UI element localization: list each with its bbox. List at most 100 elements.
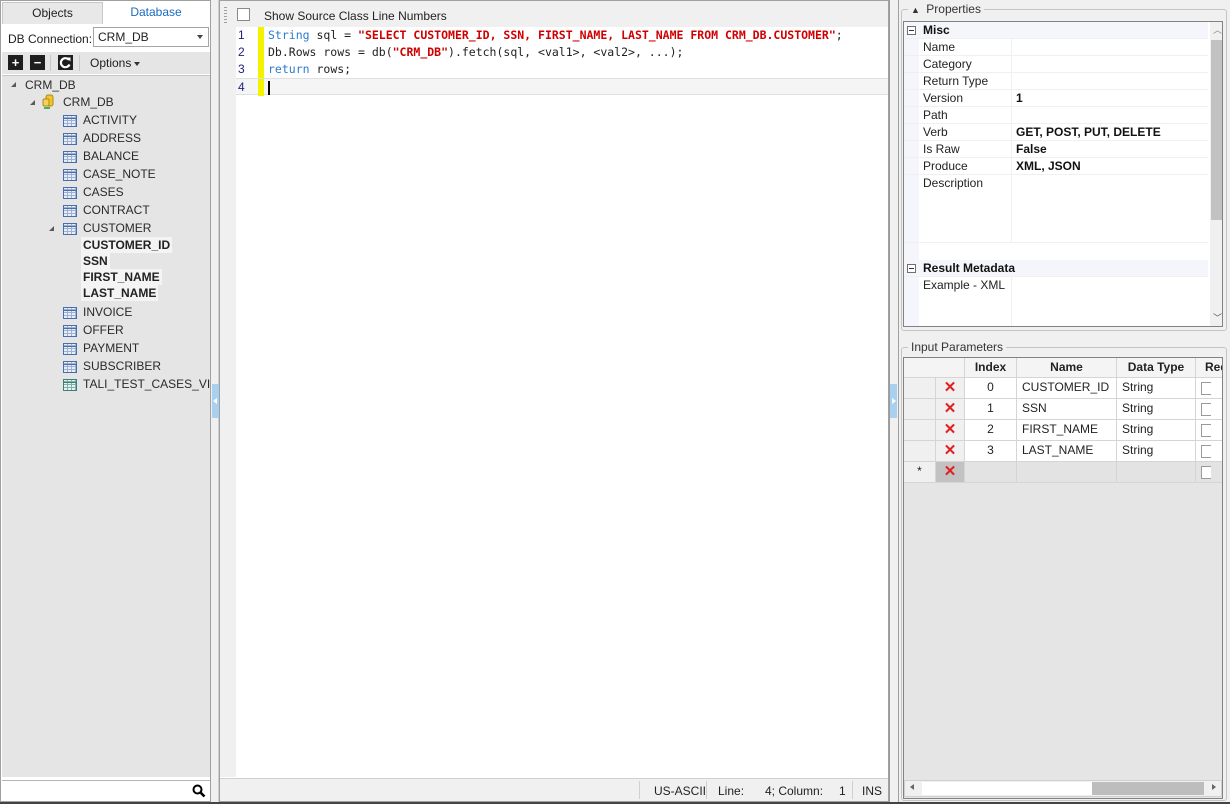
tree-table-node[interactable]: TALI_TEST_CASES_VI [83,376,210,393]
cell-required[interactable] [1196,441,1222,462]
row-header[interactable] [904,420,936,441]
tree-table-node[interactable]: PAYMENT [83,340,139,357]
scroll-left-icon[interactable] [910,784,914,790]
property-value[interactable]: XML, JSON [1016,158,1081,175]
scroll-track[interactable] [1092,782,1204,795]
cell-required[interactable] [1196,420,1222,441]
delete-row-icon[interactable]: ✕ [936,462,965,483]
required-checkbox[interactable] [1201,466,1211,479]
property-row[interactable]: Category [904,56,1208,73]
parameter-row[interactable]: ✕ 0 CUSTOMER_ID String [904,378,1222,399]
required-checkbox[interactable] [1201,424,1211,437]
property-category-result-metadata[interactable]: Result Metadata [904,260,1208,277]
property-row[interactable]: Version 1 [904,90,1208,107]
show-line-numbers-checkbox[interactable] [237,8,250,21]
cell-required[interactable] [1196,462,1222,483]
tree-table-node[interactable]: CASE_NOTE [83,166,156,183]
tree-table-node[interactable]: BALANCE [83,148,139,165]
refresh-icon[interactable] [58,55,73,70]
tree-table-node[interactable]: CASES [83,184,124,201]
property-row[interactable]: Name [904,39,1208,56]
collapse-right-handle[interactable] [890,384,897,418]
tree-column-node[interactable]: CUSTOMER_ID [81,237,173,253]
code-area[interactable]: 1 String sql = "SELECT CUSTOMER_ID, SSN, … [236,27,888,777]
delete-row-icon[interactable]: ✕ [936,378,965,399]
row-header[interactable] [904,441,936,462]
cell-data-type[interactable]: String [1117,441,1196,462]
code-line[interactable]: 4 [236,78,888,96]
property-row[interactable]: Path [904,107,1208,124]
property-row[interactable]: Verb GET, POST, PUT, DELETE [904,124,1208,141]
scroll-down-icon[interactable]: ﹀ [1213,314,1222,323]
minus-icon[interactable]: − [30,55,45,70]
expand-arrow-icon[interactable] [30,100,35,105]
collapse-left-handle[interactable] [212,384,219,418]
cell-index[interactable]: 0 [965,378,1017,399]
property-value[interactable]: 1 [1016,90,1023,107]
row-header[interactable] [904,378,936,399]
required-checkbox[interactable] [1201,403,1211,416]
tree-column-node[interactable]: FIRST_NAME [81,269,162,285]
cell-name[interactable]: FIRST_NAME [1017,420,1117,441]
left-splitter[interactable] [211,0,219,802]
delete-row-icon[interactable]: ✕ [936,441,965,462]
required-checkbox[interactable] [1201,382,1211,395]
show-line-numbers-label[interactable]: Show Source Class Line Numbers [264,9,447,23]
tree-root-node[interactable]: CRM_DB [25,77,76,94]
cell-name[interactable] [1017,462,1117,483]
tab-database[interactable]: Database [103,2,209,24]
tree-table-node[interactable]: CONTRACT [83,202,150,219]
column-header-index[interactable]: Index [965,358,1017,378]
cell-name[interactable]: SSN [1017,399,1117,420]
tree-table-node[interactable]: OFFER [83,322,124,339]
code-line[interactable]: 1 String sql = "SELECT CUSTOMER_ID, SSN, … [236,27,888,44]
property-vertical-scrollbar[interactable]: ︿ ﹀ [1210,22,1222,326]
property-value[interactable]: GET, POST, PUT, DELETE [1016,124,1161,141]
column-header-name[interactable]: Name [1017,358,1117,378]
cell-index[interactable] [965,462,1017,483]
cell-index[interactable]: 1 [965,399,1017,420]
cell-name[interactable]: CUSTOMER_ID [1017,378,1117,399]
grid-horizontal-scrollbar[interactable] [904,780,1222,797]
new-parameter-row[interactable]: * ✕ [904,462,1222,483]
tree-column-node[interactable]: SSN [81,253,110,269]
property-row[interactable]: Is Raw False [904,141,1208,158]
cell-data-type[interactable] [1117,462,1196,483]
cell-index[interactable]: 2 [965,420,1017,441]
required-checkbox[interactable] [1201,445,1211,458]
right-splitter[interactable] [889,0,898,802]
row-header[interactable] [904,399,936,420]
tree-column-node[interactable]: LAST_NAME [81,285,159,301]
cell-required[interactable] [1196,378,1222,399]
parameter-row[interactable]: ✕ 3 LAST_NAME String [904,441,1222,462]
db-connection-select[interactable]: CRM_DB [93,27,209,47]
search-icon[interactable] [192,784,206,798]
collapse-icon[interactable] [907,264,916,273]
cell-required[interactable] [1196,399,1222,420]
cell-data-type[interactable]: String [1117,378,1196,399]
cell-data-type[interactable]: String [1117,399,1196,420]
tab-objects[interactable]: Objects [2,2,103,24]
property-row[interactable]: Return Type [904,73,1208,90]
code-line[interactable]: 2 Db.Rows rows = db("CRM_DB").fetch(sql, … [236,44,888,61]
cell-index[interactable]: 3 [965,441,1017,462]
property-row[interactable]: Example - XML [904,277,1208,326]
scroll-thumb[interactable] [922,782,1092,795]
tree-table-node[interactable]: CUSTOMER [83,220,151,237]
plus-icon[interactable]: + [8,55,23,70]
tree-table-node[interactable]: INVOICE [83,304,132,321]
property-row[interactable]: Description [904,175,1208,243]
tree-database-node[interactable]: CRM_DB [63,94,114,111]
expand-arrow-icon[interactable] [49,226,54,231]
delete-row-icon[interactable]: ✕ [936,399,965,420]
tree-search-field[interactable] [2,780,210,800]
property-row[interactable]: Produce XML, JSON [904,158,1208,175]
options-menu-button[interactable]: Options [90,56,141,70]
cell-name[interactable]: LAST_NAME [1017,441,1117,462]
scroll-up-icon[interactable]: ︿ [1213,26,1222,35]
parameter-row[interactable]: ✕ 2 FIRST_NAME String [904,420,1222,441]
tree-table-node[interactable]: ADDRESS [83,130,141,147]
code-line[interactable]: 3 return rows; [236,61,888,78]
collapse-icon[interactable] [907,26,916,35]
delete-row-icon[interactable]: ✕ [936,420,965,441]
